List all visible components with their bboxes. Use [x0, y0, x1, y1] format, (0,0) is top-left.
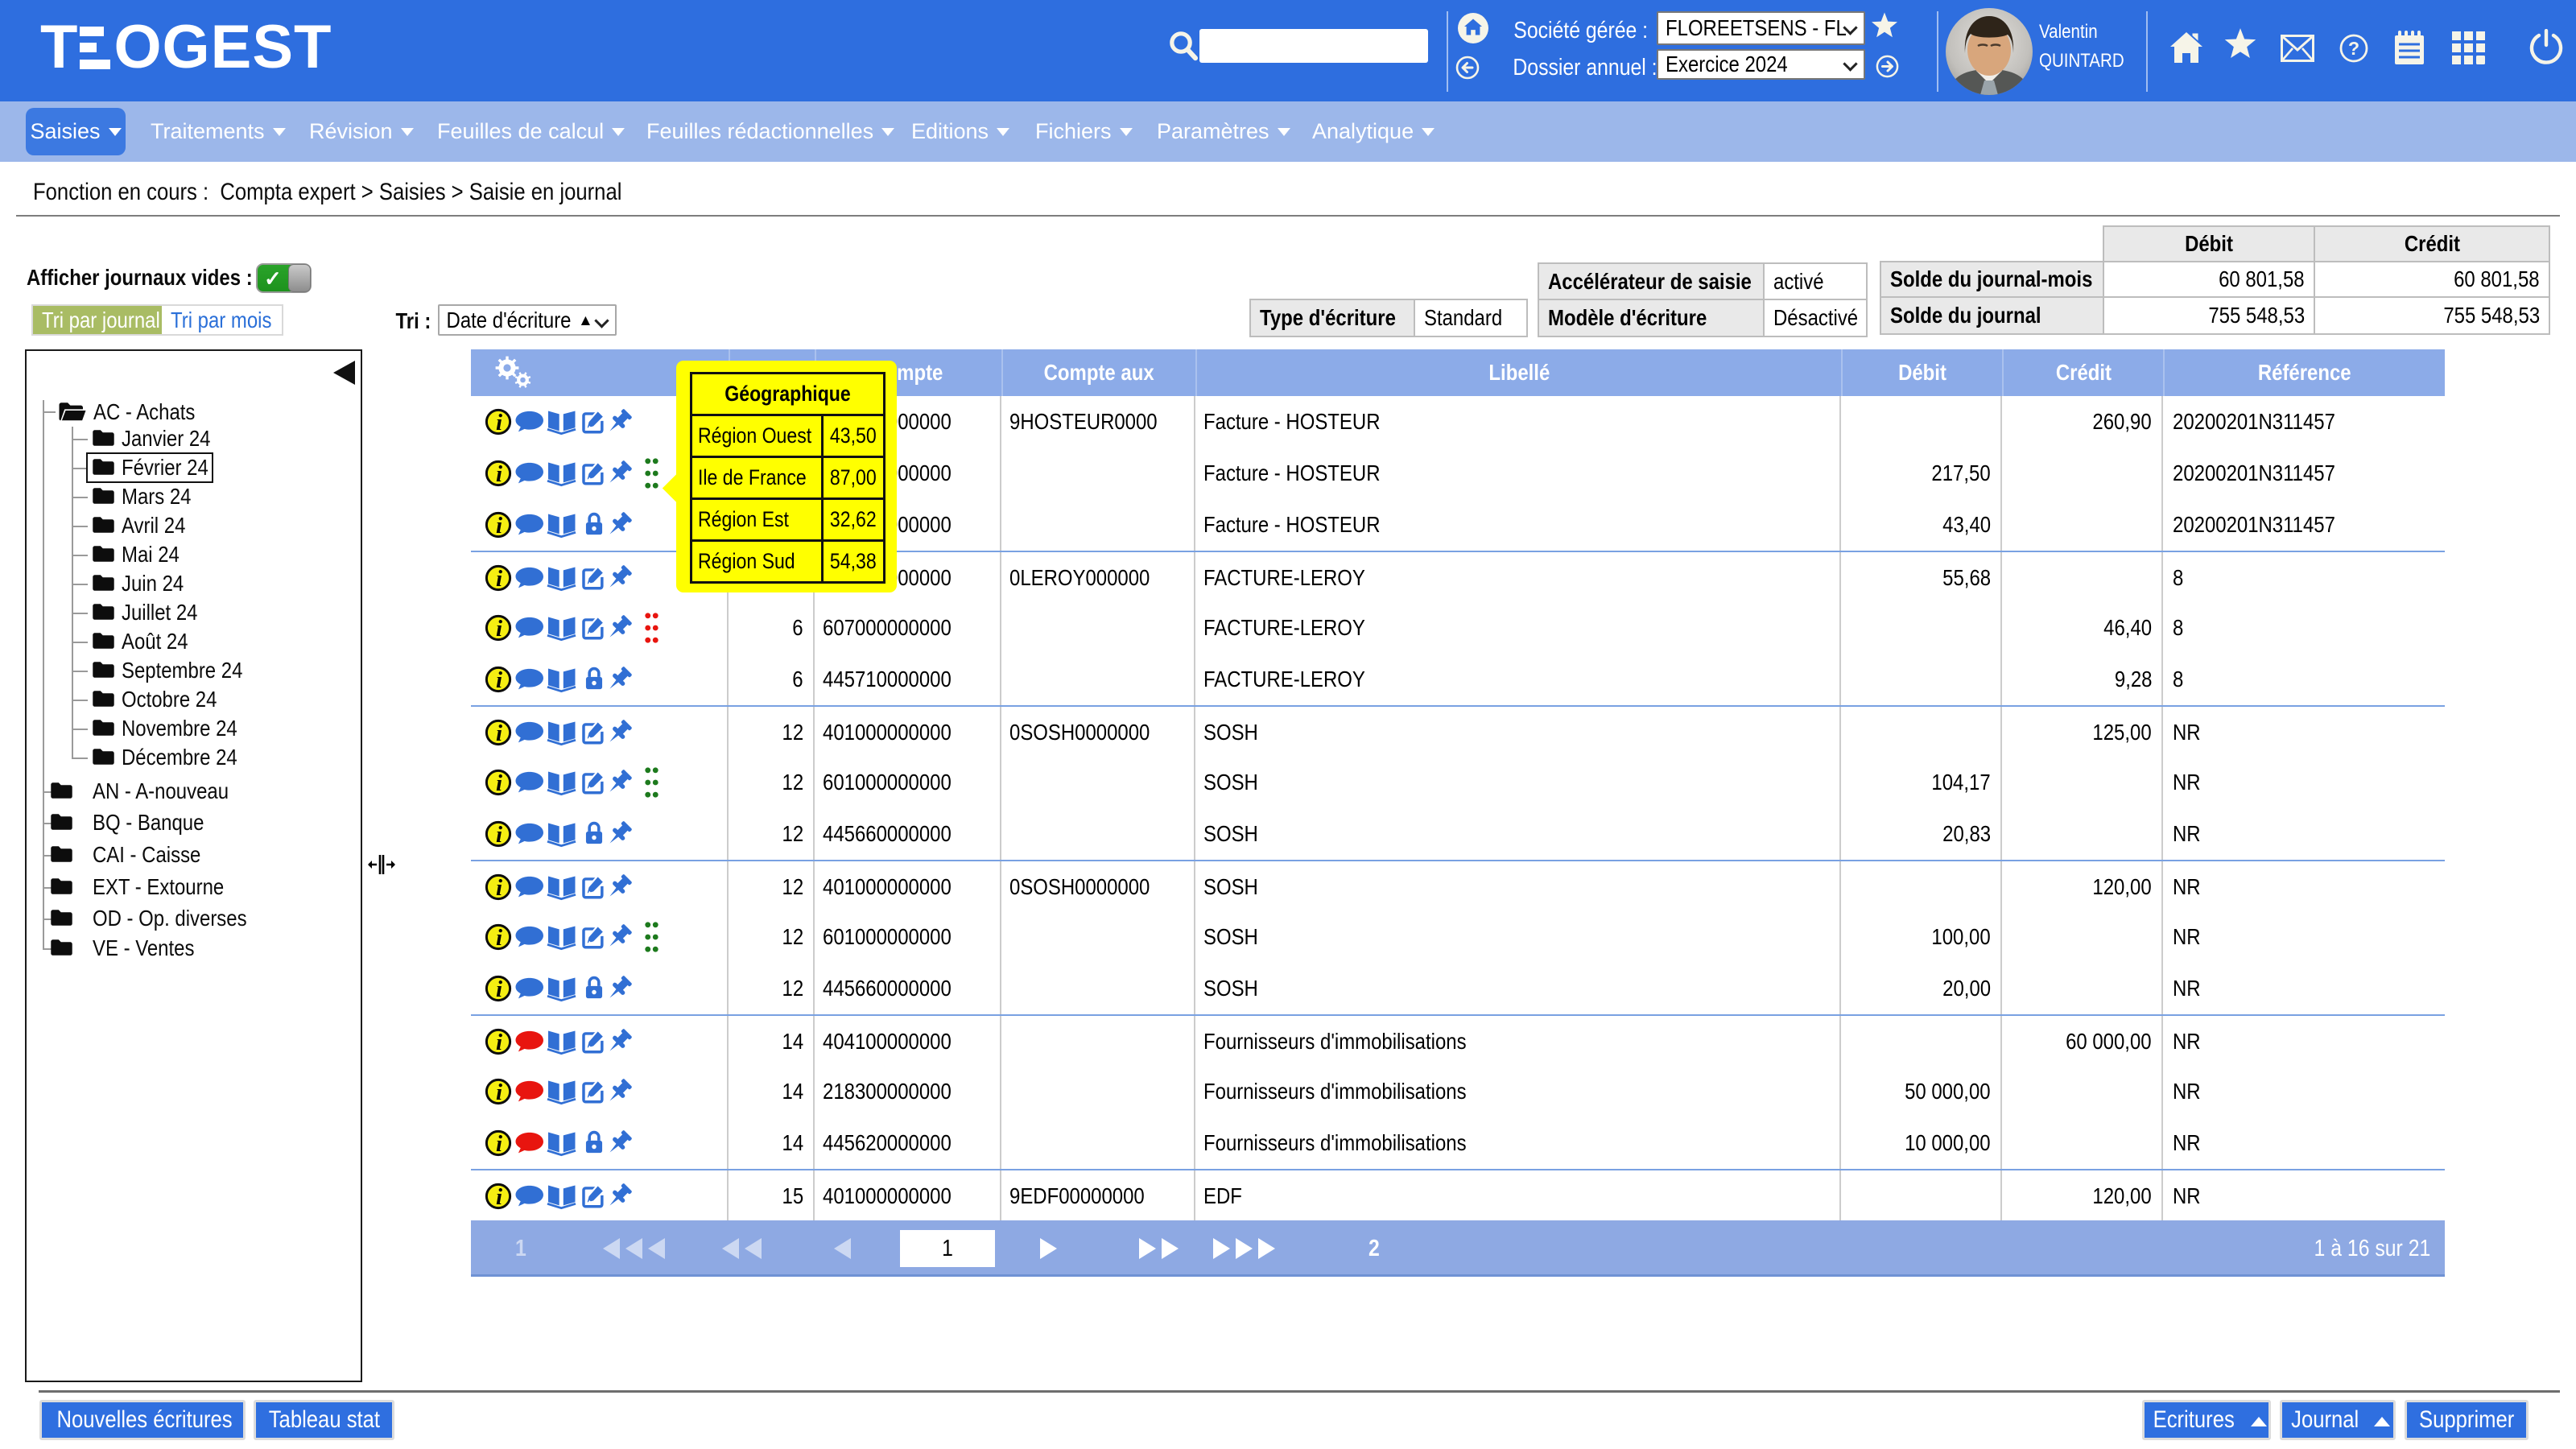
svg-text:?: ?: [2348, 38, 2359, 59]
